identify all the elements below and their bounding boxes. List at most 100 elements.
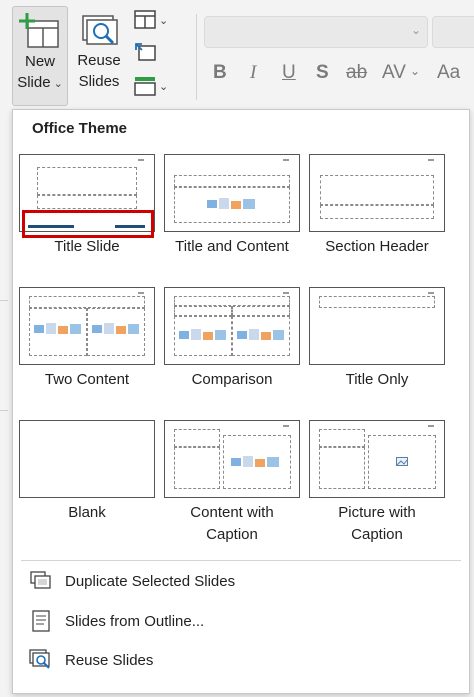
layout-label: Title Slide xyxy=(54,238,120,255)
layout-two-content[interactable]: Two Content xyxy=(19,287,155,391)
reuse-slides-label-2: Slides xyxy=(78,73,120,90)
new-slide-label-1: New xyxy=(24,53,55,70)
menu-label: Reuse Slides xyxy=(65,651,154,669)
reuse-slides-label-1: Reuse xyxy=(77,52,121,69)
new-slide-icon xyxy=(19,13,59,48)
logo-mark xyxy=(283,159,289,161)
layout-section-header[interactable]: Section Header xyxy=(309,154,445,258)
layout-thumbnail xyxy=(164,287,300,365)
duplicate-icon xyxy=(29,569,53,593)
placeholder xyxy=(232,306,290,316)
content-icons xyxy=(237,329,284,340)
reuse-slides-icon xyxy=(29,648,53,672)
placeholder xyxy=(174,447,220,489)
layout-label: Blank xyxy=(68,504,106,521)
layout-picture-with-caption[interactable]: Picture with Caption xyxy=(309,420,445,546)
layout-label: Picture with Caption xyxy=(338,504,416,543)
reset-button[interactable] xyxy=(134,42,156,62)
placeholder xyxy=(319,447,365,489)
layout-label: Comparison xyxy=(191,371,273,388)
placeholder xyxy=(37,195,137,209)
chevron-down-icon: ⌄ xyxy=(410,64,421,78)
duplicate-selected-slides-item[interactable]: Duplicate Selected Slides xyxy=(29,566,449,596)
section-icon xyxy=(134,77,156,96)
layout-label: Title Only xyxy=(345,371,409,388)
new-slide-label-2: Slide ⌄ xyxy=(17,74,63,91)
logo-mark xyxy=(428,159,434,161)
placeholder xyxy=(319,429,365,447)
layout-thumbnail xyxy=(19,287,155,365)
placeholder xyxy=(174,175,290,187)
chevron-down-icon: ⌄ xyxy=(53,78,63,90)
shadow-button[interactable]: S xyxy=(316,62,329,84)
strikethrough-button[interactable]: ab xyxy=(346,62,367,84)
layout-comparison[interactable]: Comparison xyxy=(164,287,300,391)
logo-mark xyxy=(428,292,434,294)
layout-icon xyxy=(134,10,156,29)
placeholder xyxy=(319,296,435,308)
layout-title-and-content[interactable]: Title and Content xyxy=(164,154,300,258)
layout-thumbnail xyxy=(164,154,300,232)
logo-mark xyxy=(138,159,144,161)
section-title: Office Theme xyxy=(32,120,128,137)
selection-highlight xyxy=(22,210,154,238)
reuse-slides-icon xyxy=(82,15,118,45)
content-icons xyxy=(207,198,255,209)
layout-title-slide[interactable]: Title Slide xyxy=(19,154,155,258)
layout-thumbnail xyxy=(309,154,445,232)
underline-button[interactable]: U xyxy=(282,62,296,84)
ribbon-separator xyxy=(196,14,197,100)
placeholder xyxy=(29,296,145,308)
chevron-down-icon: ⌄ xyxy=(410,23,421,37)
placeholder xyxy=(174,306,232,316)
slide-pane-edge xyxy=(0,410,8,411)
reset-icon xyxy=(135,43,156,61)
reuse-slides-item[interactable]: Reuse Slides xyxy=(29,645,449,675)
content-icons xyxy=(231,456,279,467)
layout-gallery-panel: Office Theme Title Slide Title and Conte… xyxy=(12,109,470,694)
layout-button[interactable]: ⌄ xyxy=(134,10,168,30)
layout-content-with-caption[interactable]: Content with Caption xyxy=(164,420,300,546)
bold-button[interactable]: B xyxy=(213,62,227,84)
logo-mark xyxy=(283,425,289,427)
chevron-down-icon: ⌄ xyxy=(159,80,169,93)
content-icons xyxy=(34,323,81,334)
change-case-button[interactable]: Aa xyxy=(437,62,460,84)
placeholder xyxy=(174,429,220,447)
layout-thumbnail xyxy=(309,420,445,498)
placeholder xyxy=(37,167,137,195)
logo-mark xyxy=(283,292,289,294)
slide-pane-edge xyxy=(0,300,8,301)
ribbon: New Slide ⌄ Reuse Slides ⌄ ⌄ ⌄ B I U S a… xyxy=(0,0,474,110)
slides-from-outline-item[interactable]: Slides from Outline... xyxy=(29,606,449,636)
placeholder xyxy=(320,205,434,219)
content-icons xyxy=(179,329,226,340)
chevron-down-icon: ⌄ xyxy=(159,14,169,27)
layout-label: Section Header xyxy=(325,238,429,255)
font-name-dropdown[interactable]: ⌄ xyxy=(204,16,428,48)
placeholder xyxy=(320,175,434,205)
new-slide-button[interactable]: New Slide ⌄ xyxy=(12,6,68,106)
logo-mark xyxy=(138,292,144,294)
layout-label: Content with Caption xyxy=(190,504,274,543)
layout-label: Title and Content xyxy=(175,238,289,255)
layout-label: Two Content xyxy=(44,371,130,388)
italic-button[interactable]: I xyxy=(250,62,256,84)
placeholder xyxy=(174,296,290,306)
layout-blank[interactable]: Blank xyxy=(19,420,155,524)
reuse-slides-button[interactable]: Reuse Slides xyxy=(74,6,124,106)
logo-mark xyxy=(428,425,434,427)
menu-label: Duplicate Selected Slides xyxy=(65,572,236,590)
font-size-dropdown[interactable] xyxy=(432,16,474,48)
character-spacing-button[interactable]: AV xyxy=(382,62,406,84)
layout-thumbnail xyxy=(19,420,155,498)
menu-divider xyxy=(21,560,461,561)
menu-label: Slides from Outline... xyxy=(65,612,205,630)
section-button[interactable]: ⌄ xyxy=(134,76,168,96)
picture-icon xyxy=(396,457,408,466)
outline-icon xyxy=(29,609,53,633)
layout-thumbnail xyxy=(309,287,445,365)
content-icons xyxy=(92,323,139,334)
layout-title-only[interactable]: Title Only xyxy=(309,287,445,391)
layout-thumbnail xyxy=(164,420,300,498)
